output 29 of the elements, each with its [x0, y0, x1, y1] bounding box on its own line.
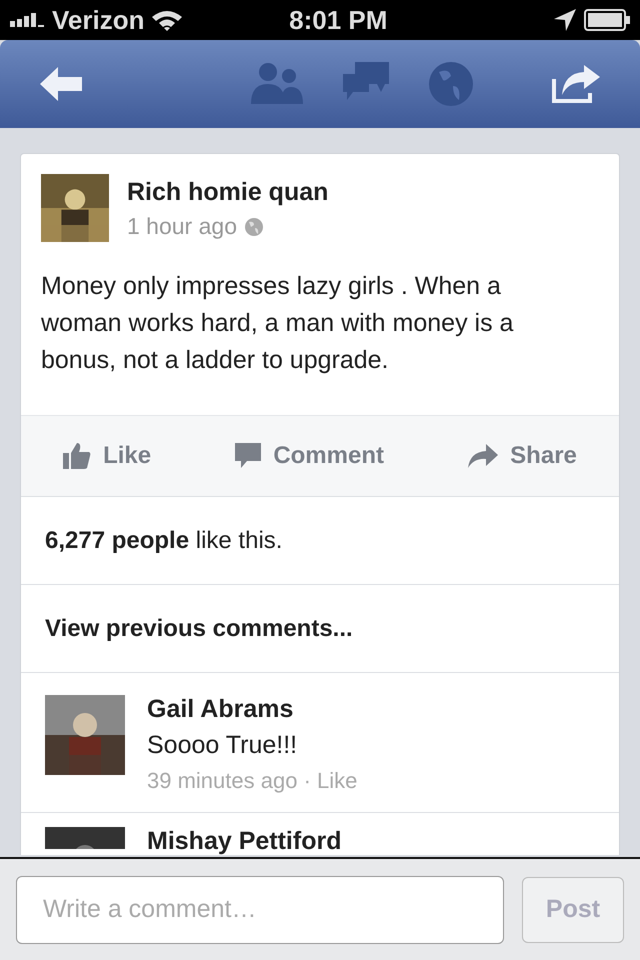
share-icon[interactable] — [552, 65, 600, 103]
clock-time: 8:01 PM — [289, 4, 388, 36]
like-link[interactable]: Like — [317, 768, 358, 793]
post-time: 1 hour ago — [127, 213, 237, 240]
likes-summary: 6,277 people like this. — [45, 526, 282, 554]
friends-icon[interactable] — [251, 62, 303, 104]
globe-icon — [244, 218, 263, 236]
signal-icon — [10, 13, 44, 27]
commenter-name[interactable]: Mishay Pettiford — [147, 827, 342, 855]
location-arrow-icon — [554, 9, 576, 31]
wifi-icon — [152, 9, 182, 31]
like-button[interactable]: Like — [59, 438, 156, 474]
speech-bubble-icon — [235, 443, 262, 469]
author-name: Rich homie quan — [127, 178, 328, 207]
share-arrow-icon — [468, 444, 498, 468]
post-text: Money only impresses lazy girls . When a woman works hard, a man with money is a bonus, not a ladder to upgrade. — [41, 271, 514, 376]
thumbs-up-icon — [63, 443, 92, 469]
globe-icon[interactable] — [429, 62, 473, 106]
carrier-name: Verizon — [52, 4, 144, 36]
separator-dot: · — [304, 768, 311, 793]
comment-time: 39 minutes ago — [147, 768, 298, 793]
share-button[interactable]: Share — [464, 438, 581, 474]
commenter-name[interactable]: Gail Abrams — [147, 695, 358, 723]
view-previous-comments-link[interactable]: View previous comments... — [45, 614, 353, 642]
messages-icon[interactable] — [343, 62, 389, 102]
comment-button[interactable]: Comment — [231, 438, 388, 474]
comment-text: Soooo True!!! — [147, 731, 298, 760]
battery-icon — [584, 9, 630, 31]
back-arrow-icon[interactable] — [40, 67, 82, 101]
